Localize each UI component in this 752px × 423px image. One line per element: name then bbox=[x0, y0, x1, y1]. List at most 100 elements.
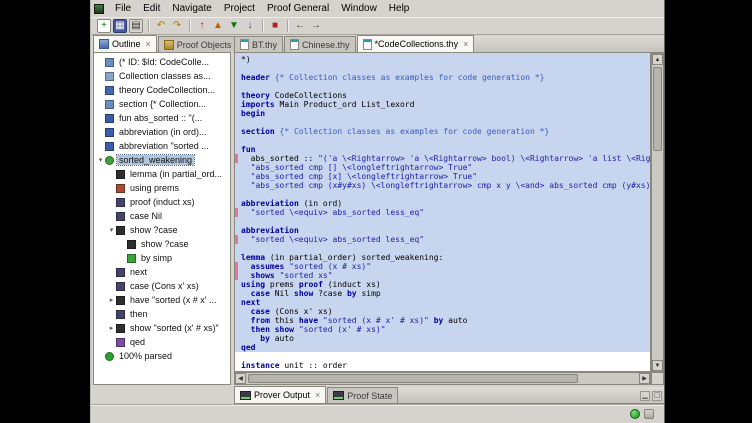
outline-item[interactable]: ▸have "sorted (x # x' ... bbox=[94, 293, 230, 307]
outline-tree[interactable]: (* ID: $Id: CodeColle...Collection class… bbox=[93, 53, 231, 385]
menu-file[interactable]: File bbox=[109, 2, 137, 15]
prover-status-icon[interactable] bbox=[630, 409, 640, 419]
outline-item-label: 100% parsed bbox=[117, 351, 174, 361]
editor-line: lemma (in partial_order) sorted_weakenin… bbox=[235, 253, 650, 262]
have-icon bbox=[116, 296, 125, 305]
collapse-icon[interactable]: ▾ bbox=[107, 226, 116, 234]
redo-icon[interactable]: ↷ bbox=[170, 19, 184, 33]
window-icon[interactable] bbox=[94, 4, 104, 14]
menu-edit[interactable]: Edit bbox=[137, 2, 166, 15]
editor-line: "abs_sorted cmp [x] \<longleftrightarrow… bbox=[235, 172, 650, 181]
editor-line: section {* Collection classes as example… bbox=[235, 127, 650, 136]
abbrev-icon bbox=[105, 128, 114, 137]
tab-proof-objects[interactable]: Proof Objects bbox=[158, 36, 238, 52]
navigate-forward-icon[interactable]: → bbox=[309, 19, 323, 33]
minimize-icon[interactable]: ▁ bbox=[640, 391, 650, 401]
editor-tab-codecollections[interactable]: *CodeCollections.thy × bbox=[357, 35, 475, 52]
tab-outline[interactable]: Outline × bbox=[93, 35, 157, 52]
outline-item[interactable]: section {* Collection... bbox=[94, 97, 230, 111]
editor-line: qed bbox=[235, 343, 650, 352]
menu-help[interactable]: Help bbox=[383, 2, 416, 15]
outline-item[interactable]: case (Cons x' xs) bbox=[94, 279, 230, 293]
navigate-back-icon[interactable]: ← bbox=[293, 19, 307, 33]
close-icon[interactable]: × bbox=[463, 40, 468, 49]
proof-undo-icon[interactable]: ▲ bbox=[211, 19, 225, 33]
outline-item[interactable]: ▸show "sorted (x' # xs)" bbox=[94, 321, 230, 335]
save-icon[interactable]: ▦ bbox=[113, 19, 127, 33]
menu-navigate[interactable]: Navigate bbox=[166, 2, 217, 15]
bottom-view: Prover Output × Proof State ▁ ▢ bbox=[234, 387, 664, 404]
tab-label: Chinese.thy bbox=[302, 40, 350, 50]
menu-project[interactable]: Project bbox=[218, 2, 261, 15]
new-file-icon[interactable]: + bbox=[97, 19, 111, 33]
editor-line: *) bbox=[235, 55, 650, 64]
tab-proof-state[interactable]: Proof State bbox=[327, 387, 398, 403]
editor-tab-chinese[interactable]: Chinese.thy bbox=[284, 36, 356, 52]
outline-item[interactable]: proof (induct xs) bbox=[94, 195, 230, 209]
outline-item[interactable]: abbreviation "sorted ... bbox=[94, 139, 230, 153]
outline-item-label: sorted_weakening bbox=[117, 155, 194, 165]
close-icon[interactable]: × bbox=[146, 40, 151, 49]
undo-icon[interactable]: ↶ bbox=[154, 19, 168, 33]
outline-item[interactable]: lemma (in partial_ord... bbox=[94, 167, 230, 181]
expand-icon[interactable]: ▸ bbox=[107, 296, 116, 304]
proof-next-icon[interactable]: ▼ bbox=[227, 19, 241, 33]
menu-window[interactable]: Window bbox=[335, 2, 383, 15]
editor-vertical-scrollbar[interactable]: ▲ ▼ bbox=[651, 53, 664, 372]
outline-item-label: show ?case bbox=[128, 225, 180, 235]
outline-item[interactable]: qed bbox=[94, 335, 230, 349]
scroll-down-icon[interactable]: ▼ bbox=[652, 360, 663, 371]
outline-item-label: abbreviation (in ord)... bbox=[117, 127, 209, 137]
menu-proof-general[interactable]: Proof General bbox=[261, 2, 335, 15]
outline-item[interactable]: by simp bbox=[94, 251, 230, 265]
outline-item[interactable]: Collection classes as... bbox=[94, 69, 230, 83]
editor-line: assumes "sorted (x # xs)" bbox=[235, 262, 650, 271]
proof-retract-icon[interactable]: ↑ bbox=[195, 19, 209, 33]
theory-icon bbox=[105, 86, 114, 95]
horizontal-scrollbar-thumb[interactable] bbox=[248, 374, 578, 383]
scroll-up-icon[interactable]: ▲ bbox=[652, 54, 663, 65]
outline-item[interactable]: fun abs_sorted :: "(... bbox=[94, 111, 230, 125]
editor-line: abbreviation bbox=[235, 226, 650, 235]
toolbar-separator bbox=[148, 20, 149, 32]
outline-item[interactable]: abbreviation (in ord)... bbox=[94, 125, 230, 139]
editor-line: then show "sorted (x' # xs)" bbox=[235, 325, 650, 334]
toolbar-separator bbox=[189, 20, 190, 32]
outline-item[interactable]: case Nil bbox=[94, 209, 230, 223]
stop-icon[interactable]: ■ bbox=[268, 19, 282, 33]
main-toolbar: +▦▤ ↶↷ ↑▲▼↓ ■ ←→ bbox=[91, 17, 664, 35]
section-icon bbox=[105, 100, 114, 109]
editor-tab-bt[interactable]: BT.thy bbox=[234, 36, 283, 52]
tab-prover-output[interactable]: Prover Output × bbox=[234, 386, 326, 403]
outline-item[interactable]: ▾ show ?case bbox=[94, 223, 230, 237]
outline-item[interactable]: (* ID: $Id: CodeColle... bbox=[94, 55, 230, 69]
outline-item[interactable]: ▾ sorted_weakening bbox=[94, 153, 230, 167]
activity-icon[interactable] bbox=[644, 409, 654, 419]
outline-item[interactable]: show ?case bbox=[94, 237, 230, 251]
scroll-right-icon[interactable]: ▶ bbox=[639, 373, 650, 384]
expand-icon[interactable]: ▸ bbox=[107, 324, 116, 332]
editor-horizontal-scrollbar[interactable]: ◀ ▶ bbox=[234, 372, 651, 385]
outline-item[interactable]: next bbox=[94, 265, 230, 279]
collapse-icon[interactable]: ▾ bbox=[96, 156, 105, 164]
outline-item[interactable]: using prems bbox=[94, 181, 230, 195]
outline-item-label: case (Cons x' xs) bbox=[128, 281, 201, 291]
vertical-scrollbar-thumb[interactable] bbox=[653, 67, 662, 151]
proof-goto-icon[interactable]: ↓ bbox=[243, 19, 257, 33]
print-icon[interactable]: ▤ bbox=[129, 19, 143, 33]
editor-line: by auto bbox=[235, 334, 650, 343]
editor-line: using prems proof (induct xs) bbox=[235, 280, 650, 289]
close-icon[interactable]: × bbox=[315, 391, 320, 400]
case-icon bbox=[116, 212, 125, 221]
editor-line bbox=[235, 64, 650, 73]
outline-item[interactable]: 100% parsed bbox=[94, 349, 230, 363]
outline-item[interactable]: theory CodeCollection... bbox=[94, 83, 230, 97]
maximize-icon[interactable]: ▢ bbox=[652, 391, 662, 401]
application-window: File Edit Navigate Project Proof General… bbox=[90, 0, 665, 423]
scroll-left-icon[interactable]: ◀ bbox=[235, 373, 246, 384]
theory-file-icon bbox=[290, 39, 299, 50]
status-bar bbox=[91, 405, 664, 422]
outline-item[interactable]: then bbox=[94, 307, 230, 321]
tab-label: BT.thy bbox=[252, 40, 277, 50]
editor-content[interactable]: *)header {* Collection classes as exampl… bbox=[234, 53, 651, 372]
